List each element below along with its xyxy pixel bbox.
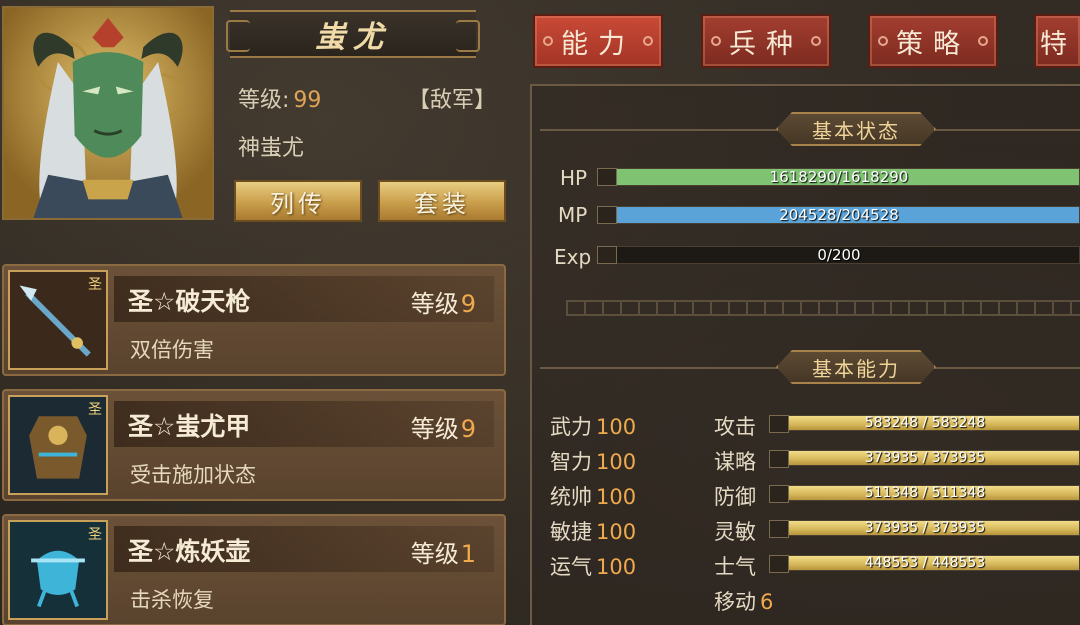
tab-ornament bbox=[643, 36, 653, 46]
tab-ornament bbox=[811, 36, 821, 46]
holy-badge: 圣 bbox=[88, 402, 102, 418]
defense-value: 511348 / 511348 bbox=[864, 485, 986, 501]
tactics-label: 谋略 bbox=[714, 450, 756, 474]
tab-ability[interactable]: 能力 bbox=[533, 14, 663, 68]
hero-level-value: 99 bbox=[293, 88, 322, 113]
hero-portrait bbox=[2, 6, 214, 220]
holy-badge: 圣 bbox=[88, 527, 102, 543]
mp-label: MP bbox=[558, 203, 588, 227]
equipment-level: 等级9 bbox=[410, 415, 476, 443]
equipment-set-button[interactable]: 套装 bbox=[378, 180, 506, 222]
agility-label: 灵敏 bbox=[714, 520, 756, 544]
holy-badge: 圣 bbox=[88, 277, 102, 293]
divider bbox=[540, 129, 780, 131]
equipment-description: 双倍伤害 bbox=[130, 338, 214, 362]
exp-label: Exp bbox=[554, 245, 592, 269]
equipment-slot[interactable]: 圣 圣☆蚩尤甲 等级9 受击施加状态 bbox=[2, 389, 506, 501]
equipment-icon-frame: 圣 bbox=[8, 520, 108, 620]
morale-label: 士气 bbox=[714, 555, 756, 579]
basic-status-title: 基本状态 bbox=[776, 112, 936, 146]
equipment-description: 击杀恢复 bbox=[130, 588, 214, 612]
attack-value: 583248 / 583248 bbox=[864, 415, 986, 431]
attack-label: 攻击 bbox=[714, 415, 756, 439]
divider bbox=[934, 367, 1080, 369]
exp-value: 0/200 bbox=[817, 246, 861, 264]
demon-portrait-icon bbox=[4, 8, 212, 218]
hero-faction: 【敌军】 bbox=[408, 88, 497, 113]
morale-value: 448553 / 448553 bbox=[864, 555, 986, 571]
defense-bar: 511348 / 511348 bbox=[769, 485, 1080, 503]
equipment-description: 受击施加状态 bbox=[130, 463, 256, 487]
tab-strategy[interactable]: 策略 bbox=[868, 14, 998, 68]
equipment-name: 圣☆蚩尤甲 bbox=[128, 412, 251, 441]
hp-value: 1618290/1618290 bbox=[769, 168, 909, 186]
hero-name-plate: 蚩尤 bbox=[226, 10, 480, 58]
equipment-icon-frame: 圣 bbox=[8, 270, 108, 370]
tab-ornament bbox=[711, 36, 721, 46]
mp-bar: 204528/204528 bbox=[597, 206, 1080, 224]
hero-title: 神蚩尤 bbox=[238, 136, 305, 161]
tab-ornament bbox=[978, 36, 988, 46]
tactics-value: 373935 / 373935 bbox=[864, 450, 986, 466]
equipment-name: 圣☆炼妖壶 bbox=[128, 537, 251, 566]
decorative-border bbox=[566, 300, 1080, 316]
attack-bar: 583248 / 583248 bbox=[769, 415, 1080, 433]
equipment-icon-frame: 圣 bbox=[8, 395, 108, 495]
mp-value: 204528/204528 bbox=[779, 206, 899, 224]
equipment-slot[interactable]: 圣 圣☆炼妖壶 等级1 击杀恢复 bbox=[2, 514, 506, 625]
divider bbox=[934, 129, 1080, 131]
attr-force: 武力 100 bbox=[550, 415, 637, 439]
attr-intelligence: 智力 100 bbox=[550, 450, 637, 474]
agility-bar: 373935 / 373935 bbox=[769, 520, 1080, 538]
tab-troops[interactable]: 兵种 bbox=[701, 14, 831, 68]
equipment-name: 圣☆破天枪 bbox=[128, 287, 251, 316]
defense-label: 防御 bbox=[714, 485, 756, 509]
tab-ornament bbox=[878, 36, 888, 46]
agility-value: 373935 / 373935 bbox=[864, 520, 986, 536]
hero-level: 等级: 99 bbox=[238, 88, 322, 113]
hero-name: 蚩尤 bbox=[315, 20, 391, 55]
tactics-bar: 373935 / 373935 bbox=[769, 450, 1080, 468]
divider bbox=[540, 367, 780, 369]
basic-ability-title: 基本能力 bbox=[776, 350, 936, 384]
movement: 移动 6 bbox=[714, 590, 774, 614]
equipment-level: 等级1 bbox=[410, 540, 476, 568]
attr-command: 统帅 100 bbox=[550, 485, 637, 509]
tab-special[interactable]: 特 bbox=[1034, 14, 1080, 68]
attr-agility: 敏捷 100 bbox=[550, 520, 637, 544]
attr-luck: 运气 100 bbox=[550, 555, 637, 579]
morale-bar: 448553 / 448553 bbox=[769, 555, 1080, 573]
equipment-level: 等级9 bbox=[410, 290, 476, 318]
tab-ornament bbox=[543, 36, 553, 46]
equipment-slot[interactable]: 圣 圣☆破天枪 等级9 双倍伤害 bbox=[2, 264, 506, 376]
hp-label: HP bbox=[560, 166, 588, 190]
exp-bar: 0/200 bbox=[597, 246, 1080, 264]
hp-bar: 1618290/1618290 bbox=[597, 168, 1080, 186]
biography-button[interactable]: 列传 bbox=[234, 180, 362, 222]
